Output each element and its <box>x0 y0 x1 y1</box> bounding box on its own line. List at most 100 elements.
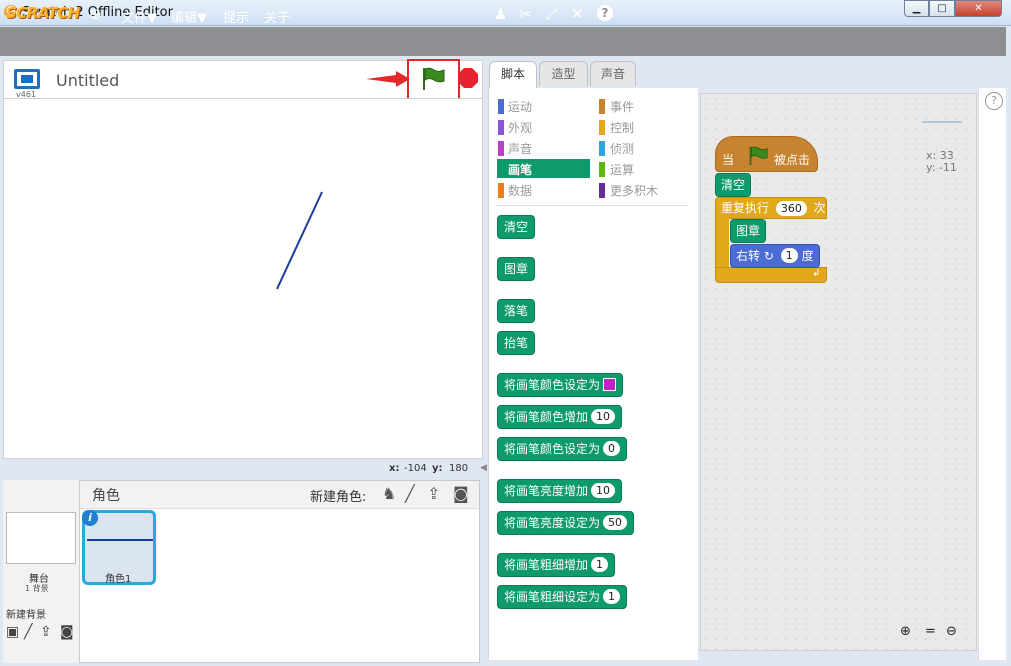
category-right-0[interactable]: 事件 <box>610 98 634 115</box>
palette-block[interactable]: 将画笔粗细设定为 1 <box>497 585 628 609</box>
camera-icon[interactable]: ◙ <box>453 484 469 503</box>
minimize-button[interactable]: ▁ <box>904 0 929 17</box>
hat-suffix: 被点击 <box>774 153 811 167</box>
category-3[interactable]: 画笔 <box>508 161 532 178</box>
language-globe-icon[interactable]: ⊕ <box>89 5 102 23</box>
palette-block[interactable]: 将画笔亮度增加 10 <box>497 479 623 503</box>
menu-about[interactable]: 关于 <box>264 7 290 26</box>
palette-block-label: 抬笔 <box>504 336 529 350</box>
palette-block[interactable]: 图章 <box>497 257 536 281</box>
stamp-block[interactable]: 图章 <box>730 219 767 243</box>
right-strip <box>978 88 1006 660</box>
choose-sprite-library-icon[interactable]: ♞ <box>382 484 396 503</box>
number-input[interactable]: 1 <box>603 589 621 604</box>
new-sprite-label: 新建角色: <box>310 490 367 505</box>
category-right-3[interactable]: 运算 <box>610 161 634 178</box>
number-input[interactable]: 50 <box>603 515 628 530</box>
category-color-bar <box>498 120 504 135</box>
number-input[interactable]: 1 <box>591 557 609 572</box>
palette-block[interactable]: 落笔 <box>497 299 536 323</box>
scratch-logo[interactable]: SCRATCH <box>6 4 80 22</box>
stage-canvas[interactable] <box>3 98 483 459</box>
zoom-reset-icon[interactable]: = <box>925 624 936 639</box>
menu-tips[interactable]: 提示 <box>223 7 249 26</box>
clear-block[interactable]: 清空 <box>715 173 752 197</box>
tab-costumes[interactable]: 造型 <box>539 61 588 86</box>
pen-drawn-line <box>276 191 323 290</box>
zoom-in-icon[interactable]: ⊕ <box>900 624 911 639</box>
category-4[interactable]: 数据 <box>508 182 532 199</box>
number-input[interactable]: 10 <box>591 483 616 498</box>
sprite-header-label: 角色 <box>92 488 120 504</box>
paint-brush-icon[interactable]: ╱ <box>405 484 415 503</box>
upload-icon[interactable]: ⇪ <box>427 484 440 503</box>
palette-block[interactable]: 将画笔颜色设定为 0 <box>497 437 628 461</box>
block-help-icon[interactable]: ? <box>985 92 1003 110</box>
backdrop-upload-icon[interactable]: ⇪ <box>40 624 52 640</box>
maximize-button[interactable]: □ <box>929 0 955 17</box>
category-color-bar <box>498 162 504 177</box>
stop-sign-icon[interactable] <box>458 68 478 88</box>
mouse-y-label: y: <box>432 463 443 474</box>
category-1[interactable]: 外观 <box>508 119 532 136</box>
category-0[interactable]: 运动 <box>508 98 532 115</box>
repeat-unit: 次 <box>813 201 826 215</box>
sprite-panel-header <box>80 481 479 509</box>
turn-right-block[interactable]: 右转 ↻ 1 度 <box>730 244 820 268</box>
repeat-block[interactable]: 重复执行 360 次 <box>715 197 827 219</box>
zoom-out-icon[interactable]: ⊖ <box>946 624 957 639</box>
duplicate-stamp-icon[interactable]: ♟ <box>494 5 507 23</box>
category-right-1[interactable]: 控制 <box>610 119 634 136</box>
collapse-stage-icon[interactable]: ◀ <box>480 463 488 475</box>
palette-block[interactable]: 将画笔颜色增加 10 <box>497 405 623 429</box>
palette-block-label: 将画笔亮度增加 <box>504 484 589 498</box>
number-input[interactable]: 10 <box>591 409 616 424</box>
palette-block[interactable]: 将画笔颜色设定为 <box>497 373 624 397</box>
info-icon[interactable]: i <box>82 510 98 526</box>
grow-icon[interactable]: ⤢ <box>545 5 557 23</box>
menu-edit[interactable]: 编辑▼ <box>171 7 207 26</box>
turn-unit: 度 <box>801 249 814 263</box>
palette-block[interactable]: 将画笔亮度设定为 50 <box>497 511 635 535</box>
when-flag-clicked-block[interactable]: 当 被点击 <box>715 136 818 172</box>
turn-label: 右转 <box>736 249 761 263</box>
palette-block-label: 将画笔粗细设定为 <box>504 590 601 604</box>
tab-scripts[interactable]: 脚本 <box>489 61 537 88</box>
presentation-mode-icon[interactable] <box>14 69 40 89</box>
palette-block-label: 将画笔颜色增加 <box>504 410 589 424</box>
palette-block[interactable]: 清空 <box>497 215 536 239</box>
menu-bar <box>0 27 1006 56</box>
close-button[interactable]: ✕ <box>955 0 1002 17</box>
category-right-4[interactable]: 更多积木 <box>610 182 658 199</box>
repeat-block-arm <box>715 218 729 268</box>
mouse-y-value: 180 <box>449 463 469 474</box>
shrink-icon[interactable]: ✕ <box>571 5 584 23</box>
category-color-bar <box>498 99 504 114</box>
delete-scissors-icon[interactable]: ✂ <box>519 5 532 23</box>
annotation-arrow-icon <box>366 71 410 87</box>
category-right-2[interactable]: 侦测 <box>610 140 634 157</box>
green-flag-icon[interactable] <box>420 67 446 91</box>
number-input[interactable]: 0 <box>603 441 621 456</box>
palette-block-label: 落笔 <box>504 304 529 318</box>
backdrop-paint-icon[interactable]: ╱ <box>24 624 32 640</box>
tab-sounds[interactable]: 声音 <box>590 61 636 86</box>
hat-prefix: 当 <box>722 153 735 167</box>
stage-thumbnail[interactable] <box>6 512 76 564</box>
backdrop-camera-icon[interactable]: ◙ <box>60 624 74 640</box>
palette-block[interactable]: 抬笔 <box>497 331 536 355</box>
category-2[interactable]: 声音 <box>508 140 532 157</box>
palette-block[interactable]: 将画笔粗细增加 1 <box>497 553 616 577</box>
current-sprite-mini <box>922 121 962 123</box>
help-icon[interactable]: ? <box>597 5 613 21</box>
project-title[interactable]: Untitled <box>56 71 119 90</box>
green-flag-icon <box>749 146 768 166</box>
menu-file[interactable]: 文件▼ <box>121 7 157 26</box>
color-swatch[interactable] <box>603 378 617 391</box>
window-scrollbar[interactable] <box>1006 27 1011 666</box>
turn-degrees-input[interactable]: 1 <box>780 248 798 263</box>
repeat-count-input[interactable]: 360 <box>775 201 807 216</box>
backdrop-library-icon[interactable]: ▣ <box>6 624 19 640</box>
category-color-bar <box>599 99 605 114</box>
repeat-label: 重复执行 <box>721 201 770 215</box>
